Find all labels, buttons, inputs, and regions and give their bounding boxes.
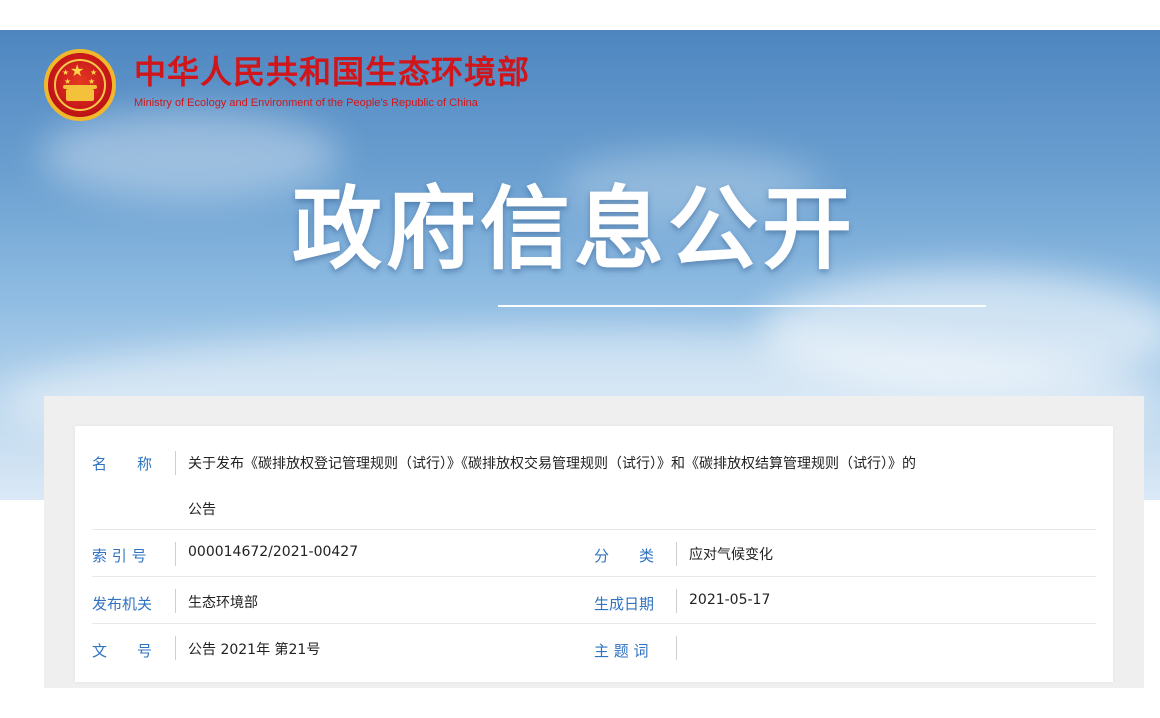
info-row-doc-no: 文 号 公告 2021年 第21号 主 题 词 [92, 624, 1096, 670]
label-created-date: 生成日期 [594, 595, 655, 613]
info-row-index: 索 引 号 000014672/2021-00427 分 类 应对气候变化 [92, 530, 1096, 577]
value-index-no: 000014672/2021-00427 [188, 544, 359, 560]
ministry-name-cn[interactable]: 中华人民共和国生态环境部 [134, 52, 530, 92]
label-index-no: 索 引 号 [92, 547, 147, 565]
value-category: 应对气候变化 [689, 547, 773, 563]
label-name: 名 称 [92, 455, 153, 473]
divider [676, 589, 677, 613]
label-publisher: 发布机关 [92, 595, 153, 613]
value-publisher: 生态环境部 [188, 595, 258, 611]
divider [676, 542, 677, 566]
label-category: 分 类 [594, 547, 655, 565]
info-row-publisher: 发布机关 生态环境部 生成日期 2021-05-17 [92, 577, 1096, 624]
label-keywords: 主 题 词 [594, 642, 649, 660]
info-row-name: 名 称 关于发布《碳排放权登记管理规则（试行）》《碳排放权交易管理规则（试行）》… [92, 440, 1096, 530]
divider [676, 636, 677, 660]
label-doc-no: 文 号 [92, 642, 153, 660]
value-name-line2: 公告 [188, 502, 216, 518]
divider [175, 589, 176, 613]
ministry-name-en[interactable]: Ministry of Ecology and Environment of t… [134, 96, 478, 110]
national-emblem-icon[interactable]: ★ ★ ★ ★ ★ [44, 49, 116, 121]
value-created-date: 2021-05-17 [689, 592, 771, 608]
banner-underline [498, 305, 986, 307]
divider [175, 542, 176, 566]
banner-title: 政府信息公开 [292, 177, 856, 282]
divider [175, 451, 176, 475]
value-doc-no: 公告 2021年 第21号 [188, 642, 321, 658]
divider [175, 636, 176, 660]
value-name-line1: 关于发布《碳排放权登记管理规则（试行）》《碳排放权交易管理规则（试行）》和《碳排… [188, 456, 916, 472]
